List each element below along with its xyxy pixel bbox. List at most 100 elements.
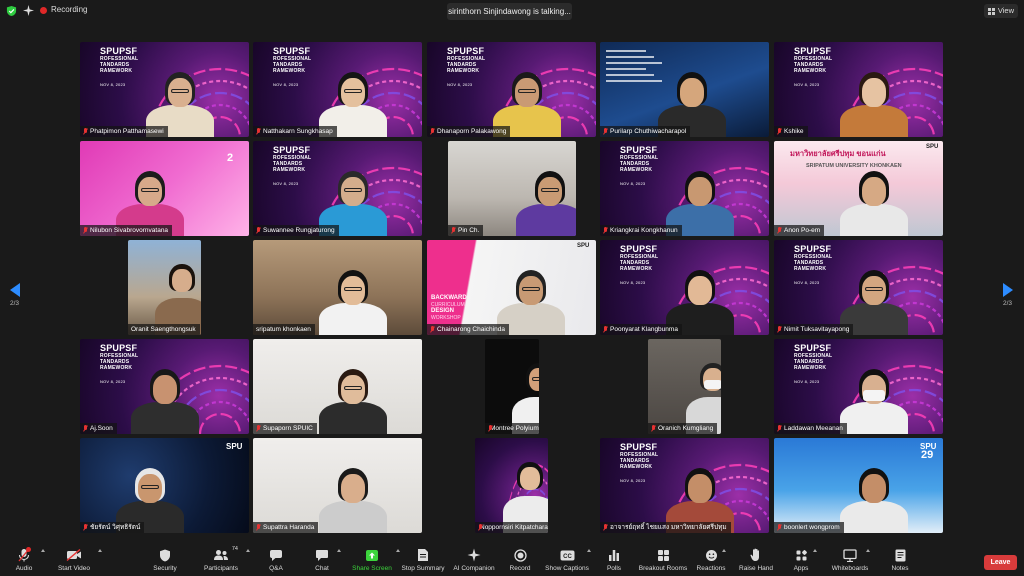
eyeglasses <box>541 188 559 192</box>
participant-tile[interactable]: Supaporn SPUIC <box>253 339 422 434</box>
participant-name: Oranich Kumgliang <box>658 425 714 432</box>
participant-name-tag: ชัยรัตน์ วิศุทธิรัตน์ <box>80 522 145 533</box>
next-page-arrow-icon[interactable] <box>1003 283 1013 297</box>
qa-label: Q&A <box>269 565 283 572</box>
svg-text:CC: CC <box>563 553 572 559</box>
participant-tile[interactable]: SPU 29 boonlert wongprom <box>774 438 943 533</box>
participant-tile[interactable]: BACKWARD CURRICULUM DESIGN WORKSHOP SPU Chain… <box>427 240 596 335</box>
logo-text-line1: SPUPSF <box>620 244 658 254</box>
previous-page-arrow-icon[interactable] <box>10 283 20 297</box>
video-options-caret-icon[interactable] <box>98 549 102 552</box>
security-button[interactable]: Security <box>137 548 193 572</box>
audio-options-caret-icon[interactable] <box>41 549 45 552</box>
ai-companion-sparkle-icon <box>467 548 481 562</box>
participant-tile[interactable]: 2 Nilubon Sivabrovornvatana <box>80 141 249 236</box>
spupsf-logo: SPUPSF ROFESSIONAL TANDARDS RAMEWORK NOV 8, … <box>620 443 658 485</box>
logo-text-line1: SPUPSF <box>100 46 138 56</box>
participant-tile[interactable]: SPUPSF ROFESSIONAL TANDARDS RAMEWORK NOV 8, … <box>80 339 249 434</box>
participant-tile[interactable]: มหาวิทยาลัยศรีปทุม ขอนแก่น SRIPATUM UNIVE… <box>774 141 943 236</box>
participant-tile[interactable]: SPUPSF ROFESSIONAL TANDARDS RAMEWORK NOV 8, … <box>80 42 249 137</box>
muted-microphone-icon <box>256 128 261 135</box>
person-face <box>520 466 540 490</box>
muted-microphone-icon <box>777 227 782 234</box>
participant-name: Purilarp Chuthiwacharapol <box>610 128 687 135</box>
participant-tile[interactable]: Noppornsiri Kitpatchara <box>475 438 548 533</box>
audio-label: Audio <box>15 565 33 572</box>
participant-tile[interactable]: SPUPSF ROFESSIONAL TANDARDS RAMEWORK NOV 8, … <box>600 438 769 533</box>
participant-tile[interactable]: Purilarp Chuthiwacharapol <box>600 42 769 137</box>
participant-tile[interactable]: SPUPSF ROFESSIONAL TANDARDS RAMEWORK NOV 8, … <box>427 42 596 137</box>
face-mask <box>704 379 721 389</box>
eyeglasses <box>532 376 539 381</box>
muted-microphone-icon <box>256 227 261 234</box>
reactions-options-caret-icon[interactable] <box>722 549 726 552</box>
share-screen-arrow-icon <box>366 549 378 561</box>
participant-tile[interactable]: Oranich Kumgliang <box>648 339 721 434</box>
chat-button[interactable]: Chat <box>294 548 350 572</box>
muted-microphone-icon <box>603 128 608 135</box>
apps-options-caret-icon[interactable] <box>813 549 817 552</box>
participant-tile[interactable]: SPUPSF ROFESSIONAL TANDARDS RAMEWORK NOV 8, … <box>600 141 769 236</box>
participant-tile[interactable]: sripatum khonkaen <box>253 240 422 335</box>
participant-tile[interactable]: Montree Polyium <box>485 339 539 434</box>
participants-count: 74 <box>231 546 238 552</box>
participant-tile[interactable]: SPUPSF ROFESSIONAL TANDARDS RAMEWORK NOV 8, … <box>253 141 422 236</box>
participant-tile[interactable]: SPUPSF ROFESSIONAL TANDARDS RAMEWORK NOV 8, … <box>774 240 943 335</box>
participants-button[interactable]: 74 Participants <box>193 546 249 572</box>
slide-text-line <box>606 80 662 82</box>
apps-button[interactable]: Apps <box>773 548 829 572</box>
share-screen-button[interactable]: Share Screen <box>344 548 400 572</box>
participant-tile[interactable]: Supattra Haranda <box>253 438 422 533</box>
logo-text-line4: RAMEWORK <box>620 167 653 173</box>
meeting-toolbar: Audio Start Video Security 74 Participan… <box>0 545 1024 576</box>
participant-name: Chainarong Chaichinda <box>437 326 505 333</box>
muted-microphone-icon <box>83 425 88 432</box>
leave-button[interactable]: Leave <box>984 555 1017 570</box>
participant-name: Montree Polyium <box>490 425 539 432</box>
participant-name: Dhanaporn Palakawong <box>437 128 507 135</box>
logo-text-date: NOV 8, 2023 <box>620 280 646 285</box>
start-video-button[interactable]: Start Video <box>46 548 102 572</box>
participant-name-tag: Chainarong Chaichinda <box>427 324 509 335</box>
whiteboards-options-caret-icon[interactable] <box>866 549 870 552</box>
participant-tile[interactable]: SPUPSF ROFESSIONAL TANDARDS RAMEWORK NOV 8, … <box>600 240 769 335</box>
polls-button[interactable]: Polls <box>586 548 642 572</box>
participant-video-person <box>319 339 387 434</box>
notes-label: Notes <box>891 565 909 572</box>
logo-text-line4: RAMEWORK <box>273 68 306 74</box>
participant-video-person <box>840 42 908 137</box>
participant-video-person <box>116 438 184 533</box>
stop-summary-button[interactable]: Stop Summary <box>395 548 451 572</box>
logo-text-line4: RAMEWORK <box>273 167 306 173</box>
participant-name-tag: Nimit Tuksavitayapong <box>774 324 854 335</box>
spupsf-logo: SPUPSF ROFESSIONAL TANDARDS RAMEWORK NOV 8, … <box>273 146 311 188</box>
record-circle-icon <box>513 548 527 562</box>
participant-tile[interactable]: SPUPSF ROFESSIONAL TANDARDS RAMEWORK NOV 8, … <box>774 339 943 434</box>
participant-tile[interactable]: Oranit Saengthongsuk <box>128 240 201 335</box>
person-face <box>688 177 712 206</box>
notes-button[interactable]: Notes <box>872 548 928 572</box>
captions-cc-icon: CC <box>560 550 574 560</box>
participant-tile[interactable]: SPUPSF ROFESSIONAL TANDARDS RAMEWORK NOV 8, … <box>253 42 422 137</box>
logo-text-line1: SPUPSF <box>794 46 832 56</box>
chat-options-caret-icon[interactable] <box>337 549 341 552</box>
person-face <box>172 268 192 292</box>
audio-alert-dot-icon <box>26 547 31 552</box>
participants-people-icon <box>214 550 228 560</box>
logo-text-date: NOV 8, 2023 <box>794 82 820 87</box>
participant-name: Supaporn SPUIC <box>263 425 313 432</box>
participant-video-person <box>319 42 387 137</box>
muted-microphone-icon <box>777 326 782 333</box>
participant-tile[interactable]: SPUPSF ROFESSIONAL TANDARDS RAMEWORK NOV 8, … <box>774 42 943 137</box>
whiteboard-icon <box>843 548 857 562</box>
participant-tile[interactable]: Pin Ch. <box>448 141 576 236</box>
reactions-smiley-icon <box>705 549 717 561</box>
participant-tile[interactable]: SPU ชัยรัตน์ วิศุทธิรัตน์ <box>80 438 249 533</box>
participant-video-person <box>493 42 561 137</box>
logo-text-line4: RAMEWORK <box>794 365 827 371</box>
muted-microphone-icon <box>256 425 261 432</box>
logo-text-line1: SPUPSF <box>100 343 138 353</box>
spupsf-logo: SPUPSF ROFESSIONAL TANDARDS RAMEWORK NOV 8, … <box>620 245 658 287</box>
person-shoulders <box>516 204 576 236</box>
spu-logo-text: SPU <box>226 442 243 451</box>
